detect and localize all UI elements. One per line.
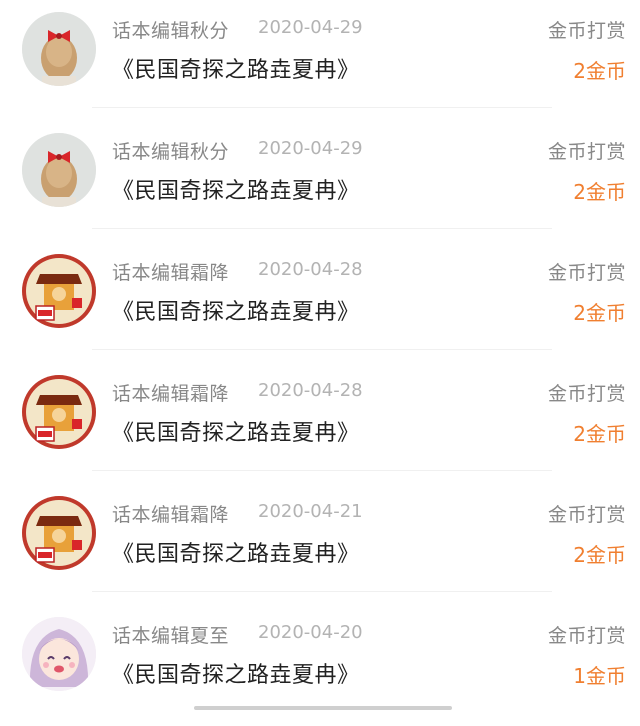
- list-item[interactable]: 话本编辑霜降 2020-04-21 《民国奇探之路垚夏冉》 金币打赏 2金币: [0, 484, 640, 605]
- divider: [92, 228, 552, 229]
- user-name: 话本编辑霜降: [112, 504, 230, 526]
- reward-type: 金币打赏: [547, 625, 626, 647]
- reward-type: 金币打赏: [547, 383, 626, 405]
- reward-type: 金币打赏: [547, 262, 626, 284]
- list-item[interactable]: 话本编辑秋分 2020-04-29 《民国奇探之路垚夏冉》 金币打赏 2金币: [0, 0, 640, 121]
- reward-amount: 2金币: [573, 422, 626, 446]
- book-title[interactable]: 《民国奇探之路垚夏冉》: [112, 173, 360, 205]
- date: 2020-04-29: [258, 17, 363, 38]
- reward-amount: 2金币: [573, 301, 626, 325]
- user-name: 话本编辑秋分: [112, 141, 230, 163]
- list-item[interactable]: 话本编辑秋分 2020-04-29 《民国奇探之路垚夏冉》 金币打赏 2金币: [0, 121, 640, 242]
- bow-girl-avatar[interactable]: [22, 12, 96, 86]
- reward-amount: 2金币: [573, 180, 626, 204]
- reward-type: 金币打赏: [547, 20, 626, 42]
- book-title[interactable]: 《民国奇探之路垚夏冉》: [112, 657, 360, 689]
- user-name: 话本编辑霜降: [112, 262, 230, 284]
- list-item[interactable]: 话本编辑霜降 2020-04-28 《民国奇探之路垚夏冉》 金币打赏 2金币: [0, 363, 640, 484]
- detective-avatar[interactable]: [22, 496, 96, 570]
- book-title[interactable]: 《民国奇探之路垚夏冉》: [112, 52, 360, 84]
- book-title[interactable]: 《民国奇探之路垚夏冉》: [112, 415, 360, 447]
- divider: [92, 591, 552, 592]
- detective-avatar[interactable]: [22, 375, 96, 449]
- reward-amount: 2金币: [573, 543, 626, 567]
- home-indicator: [194, 706, 452, 710]
- date: 2020-04-28: [258, 380, 363, 401]
- reward-amount: 2金币: [573, 59, 626, 83]
- user-name: 话本编辑秋分: [112, 20, 230, 42]
- divider: [92, 349, 552, 350]
- bow-girl-avatar[interactable]: [22, 133, 96, 207]
- list-item[interactable]: 话本编辑霜降 2020-04-28 《民国奇探之路垚夏冉》 金币打赏 2金币: [0, 242, 640, 363]
- date: 2020-04-20: [258, 622, 363, 643]
- date: 2020-04-28: [258, 259, 363, 280]
- anime-girl-avatar[interactable]: [22, 617, 96, 691]
- date: 2020-04-21: [258, 501, 363, 522]
- reward-amount: 1金币: [573, 664, 626, 688]
- reward-type: 金币打赏: [547, 504, 626, 526]
- date: 2020-04-29: [258, 138, 363, 159]
- detective-avatar[interactable]: [22, 254, 96, 328]
- divider: [92, 470, 552, 471]
- divider: [92, 107, 552, 108]
- user-name: 话本编辑夏至: [112, 625, 230, 647]
- user-name: 话本编辑霜降: [112, 383, 230, 405]
- book-title[interactable]: 《民国奇探之路垚夏冉》: [112, 536, 360, 568]
- book-title[interactable]: 《民国奇探之路垚夏冉》: [112, 294, 360, 326]
- reward-type: 金币打赏: [547, 141, 626, 163]
